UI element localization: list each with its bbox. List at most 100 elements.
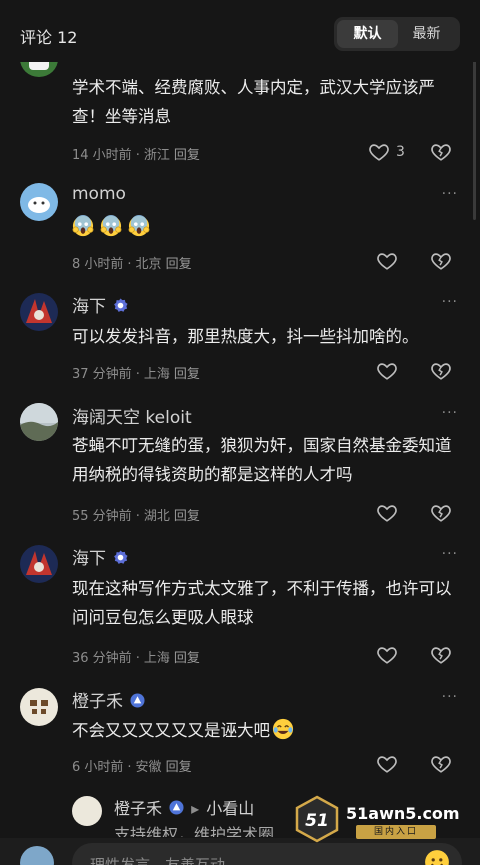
heart-icon: [377, 253, 397, 270]
comment-location: 上海: [143, 651, 170, 666]
avatar[interactable]: [20, 183, 58, 221]
comment-text: 不会又又又又又又是诬大吧: [72, 716, 467, 745]
like-button[interactable]: [376, 502, 400, 526]
comment-time: 36 分钟前: [72, 651, 132, 666]
comment-time: 14 小时前: [72, 148, 132, 163]
author-name: 橙子禾: [72, 692, 123, 712]
watermark-site: 51awn5.com: [346, 804, 460, 823]
comment-meta: 55 分钟前 · 湖北 回复: [72, 509, 200, 524]
watermark-overlay: 51 51awn5.com 国内入口: [292, 792, 464, 848]
broken-heart-icon: [431, 505, 451, 522]
laughing-tears-emoji: [272, 718, 294, 740]
sort-toggle: 默认 最新: [334, 17, 460, 51]
comment-text: 苍蝇不叮无缝的蛋，狼狈为奸，国家自然基金委知道用纳税的得钱资助的都是这样的人才吗: [72, 436, 452, 484]
more-options-icon[interactable]: ···: [442, 546, 458, 562]
level-badge-icon: [130, 693, 145, 708]
comment-author[interactable]: 橙子禾: [72, 687, 145, 712]
like-button[interactable]: [376, 753, 400, 777]
dislike-button[interactable]: [430, 250, 454, 274]
reply-author[interactable]: 橙子禾: [114, 799, 162, 818]
comment-input-placeholder: 理性发言，友善互动: [90, 856, 226, 865]
dislike-button[interactable]: [430, 141, 454, 165]
comments-count-title: 评论 12: [20, 28, 78, 47]
comment-time: 8 小时前: [72, 257, 124, 272]
like-button[interactable]: [376, 250, 400, 274]
comments-header: 评论 12 默认 最新: [0, 0, 480, 62]
more-options-icon[interactable]: ···: [442, 689, 458, 705]
dislike-button[interactable]: [430, 644, 454, 668]
avatar[interactable]: [20, 688, 58, 726]
my-avatar: [20, 846, 54, 865]
reply-arrow-icon: ▸: [191, 799, 200, 818]
broken-heart-icon: [431, 756, 451, 773]
dislike-button[interactable]: [430, 502, 454, 526]
heart-icon: [377, 363, 397, 380]
like-button[interactable]: [376, 644, 400, 668]
reply-target[interactable]: 小看山: [206, 799, 254, 818]
comment-text: 学术不端、经费腐败、人事内定，武汉大学应该严查！坐等消息: [72, 78, 435, 126]
watermark-subtitle: 国内入口: [356, 825, 436, 839]
author-name: 海下: [72, 549, 106, 569]
comment-text: 现在这种写作方式太文雅了，不利于传播，也许可以问问豆包怎么更吸人眼球: [72, 579, 452, 627]
verified-badge-icon: [114, 298, 128, 312]
reply-button[interactable]: 回复: [174, 651, 200, 666]
scrollbar[interactable]: [473, 60, 476, 220]
avatar[interactable]: [20, 403, 58, 441]
comment-author[interactable]: 海下: [72, 544, 128, 569]
broken-heart-icon: [431, 647, 451, 664]
reply-text: 支持维权，维护学术圈: [114, 825, 275, 837]
like-count: 3: [396, 144, 405, 160]
heart-icon: [377, 505, 397, 522]
heart-icon: [377, 647, 397, 664]
avatar[interactable]: [72, 796, 102, 826]
level-badge-icon: [169, 800, 184, 815]
scream-emoji: [72, 215, 94, 237]
sort-default-tab[interactable]: 默认: [337, 20, 398, 48]
avatar[interactable]: [20, 545, 58, 583]
dislike-button[interactable]: [430, 360, 454, 384]
broken-heart-icon: [431, 363, 451, 380]
comment-text: [72, 213, 467, 242]
reply-author-line: 橙子禾 ▸ 小看山: [114, 795, 254, 819]
verified-badge-icon: [114, 550, 128, 564]
reply-button[interactable]: 回复: [174, 509, 200, 524]
more-options-icon[interactable]: ···: [442, 405, 458, 421]
dislike-button[interactable]: [430, 753, 454, 777]
comment-author[interactable]: 海阔天空 keloit: [72, 403, 192, 428]
author-name: 海下: [72, 297, 106, 317]
more-options-icon[interactable]: ···: [442, 186, 458, 202]
comment-author[interactable]: momo: [72, 184, 126, 204]
reply-button[interactable]: 回复: [174, 367, 200, 382]
emoji-picker-icon[interactable]: [424, 849, 450, 865]
sort-latest-tab[interactable]: 最新: [396, 20, 457, 48]
comment-meta: 37 分钟前 · 上海 回复: [72, 367, 200, 382]
reply-button[interactable]: 回复: [166, 257, 192, 272]
watermark-logo-text: 51: [305, 811, 329, 831]
broken-heart-icon: [431, 253, 451, 270]
heart-icon: [369, 144, 389, 161]
comment-meta: 6 小时前 · 安徽 回复: [72, 760, 192, 775]
broken-heart-icon: [431, 144, 451, 161]
reply-button[interactable]: 回复: [166, 760, 192, 775]
like-button[interactable]: 3: [368, 141, 428, 165]
comment-meta: 14 小时前 · 浙江 回复: [72, 148, 200, 163]
comment-text: 可以发发抖音，那里热度大，抖一些抖加啥的。: [72, 327, 419, 346]
more-options-icon[interactable]: ···: [442, 294, 458, 310]
heart-icon: [377, 756, 397, 773]
scream-emoji: [100, 215, 122, 237]
comment-meta: 36 分钟前 · 上海 回复: [72, 651, 200, 666]
comment-location: 上海: [143, 367, 170, 382]
watermark-logo-icon: 51: [295, 795, 339, 843]
comment-location: 浙江: [143, 148, 170, 163]
comment-location: 湖北: [143, 509, 170, 524]
comment-text-body: 不会又又又又又又是诬大吧: [72, 721, 270, 740]
comment-location: 北京: [135, 257, 162, 272]
comment-meta: 8 小时前 · 北京 回复: [72, 257, 192, 272]
reply-button[interactable]: 回复: [174, 148, 200, 163]
avatar[interactable]: [20, 293, 58, 331]
scream-emoji: [128, 215, 150, 237]
comment-time: 6 小时前: [72, 760, 124, 775]
comment-location: 安徽: [135, 760, 162, 775]
comment-author[interactable]: 海下: [72, 292, 128, 317]
like-button[interactable]: [376, 360, 400, 384]
